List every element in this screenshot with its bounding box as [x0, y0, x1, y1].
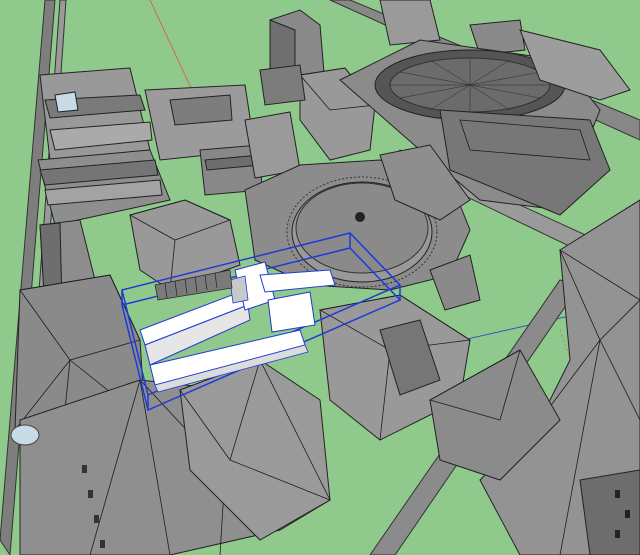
scene-canvas[interactable]: [0, 0, 640, 555]
water-patch: [10, 424, 40, 446]
3d-model-viewport[interactable]: [0, 0, 640, 555]
